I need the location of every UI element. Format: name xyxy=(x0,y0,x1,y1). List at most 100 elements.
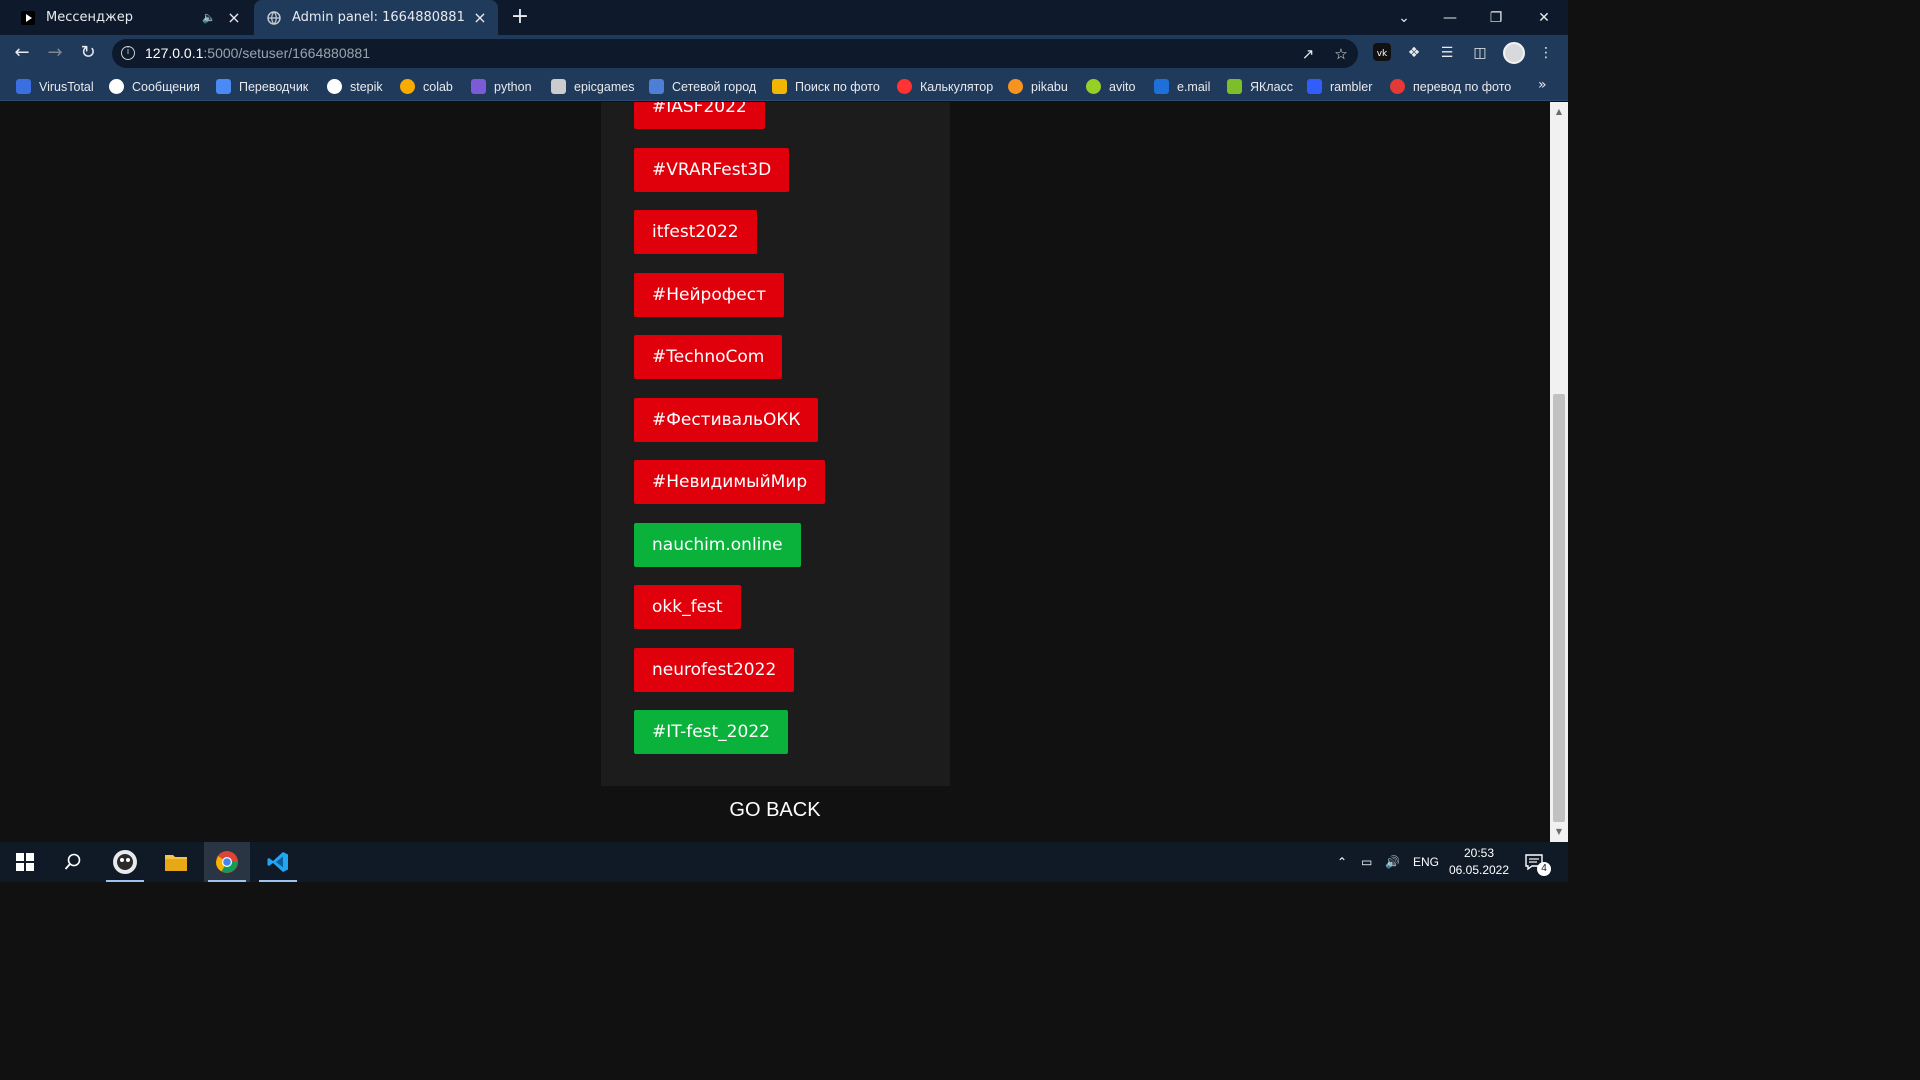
bookmark-messages[interactable]: Сообщения xyxy=(109,77,200,96)
tab-title: Мессенджер xyxy=(46,10,133,25)
avito-icon xyxy=(1086,79,1101,94)
tag-button[interactable]: #НевидимыйМир xyxy=(634,460,826,504)
bookmark-stepik[interactable]: stepik xyxy=(327,77,383,96)
taskbar-app-vscode[interactable] xyxy=(255,842,301,882)
speaker-icon[interactable]: 🔈 xyxy=(202,11,218,24)
python-icon xyxy=(471,79,486,94)
url-text: 127.0.0.1:5000/setuser/1664880881 xyxy=(145,45,370,61)
clock-date: 06.05.2022 xyxy=(1448,863,1510,877)
restore-button[interactable]: ❐ xyxy=(1473,0,1519,35)
tag-button[interactable]: nauchim.online xyxy=(634,523,801,567)
media-control-icon[interactable]: ☰ xyxy=(1437,43,1457,63)
bookmark-photo-translate[interactable]: перевод по фото xyxy=(1390,77,1511,96)
profile-avatar[interactable] xyxy=(1503,42,1525,64)
network-city-icon xyxy=(649,79,664,94)
yaklass-icon xyxy=(1227,79,1242,94)
star-icon[interactable]: ☆ xyxy=(1332,45,1350,63)
vk-extension-icon[interactable]: vk xyxy=(1372,43,1392,63)
windows-taskbar: ⌃ ▭ 🔊 ENG 20:53 06.05.2022 xyxy=(0,842,1568,882)
clock[interactable]: 20:53 06.05.2022 xyxy=(1444,845,1514,879)
new-tab-button[interactable]: + xyxy=(508,6,532,30)
menu-icon[interactable]: ⋮ xyxy=(1536,43,1556,63)
scroll-up-icon[interactable]: ▲ xyxy=(1550,104,1568,120)
reload-icon[interactable]: ↻ xyxy=(76,41,100,65)
minimize-button[interactable]: — xyxy=(1427,0,1473,35)
bookmarks-bar: VirusTotal Сообщения Переводчик stepik c… xyxy=(0,72,1568,101)
close-icon[interactable]: × xyxy=(226,9,242,26)
search-button[interactable] xyxy=(50,842,96,882)
tray-overflow-icon[interactable]: ⌃ xyxy=(1337,842,1347,882)
site-info-icon[interactable]: i xyxy=(121,46,135,60)
go-back-link[interactable]: GO BACK xyxy=(0,799,1550,822)
chat-icon xyxy=(109,79,124,94)
tag-button[interactable]: okk_fest xyxy=(634,585,741,629)
puzzle-icon[interactable]: ❖ xyxy=(1404,43,1424,63)
bookmark-rambler[interactable]: rambler xyxy=(1307,77,1372,96)
taskbar-app-messenger[interactable] xyxy=(102,842,148,882)
epicgames-icon xyxy=(551,79,566,94)
browser-toolbar: ← → ↻ i 127.0.0.1:5000/setuser/166488088… xyxy=(0,35,1568,72)
photo-search-icon xyxy=(772,79,787,94)
side-panel-icon[interactable]: ◫ xyxy=(1470,43,1490,63)
vscode-icon xyxy=(267,852,288,872)
penguin-app-icon xyxy=(113,850,137,874)
tag-button[interactable]: itfest2022 xyxy=(634,210,757,254)
photo-translate-icon xyxy=(1390,79,1405,94)
virustotal-icon xyxy=(16,79,31,94)
tag-button[interactable]: #ФестивальОКК xyxy=(634,398,819,442)
tag-button[interactable]: #IT-fest_2022 xyxy=(634,710,788,754)
taskbar-app-explorer[interactable] xyxy=(153,842,199,882)
page-content: #IASF2022 #VRARFest3D itfest2022 #Нейроф… xyxy=(0,102,1550,842)
tag-button[interactable]: #VRARFest3D xyxy=(634,148,790,192)
tab-messenger[interactable]: Мессенджер 🔈 × xyxy=(8,0,252,35)
tag-button[interactable]: #IASF2022 xyxy=(634,102,765,129)
bookmark-network-city[interactable]: Сетевой город xyxy=(649,77,756,96)
scrollbar-thumb[interactable] xyxy=(1553,394,1565,822)
stepik-icon xyxy=(327,79,342,94)
start-button[interactable] xyxy=(2,842,48,882)
close-icon[interactable]: × xyxy=(472,9,488,26)
globe-icon xyxy=(266,10,282,26)
scroll-down-icon[interactable]: ▼ xyxy=(1550,824,1568,840)
windows-logo-icon xyxy=(16,853,34,871)
bookmark-calculator[interactable]: Калькулятор xyxy=(897,77,993,96)
address-bar[interactable]: i 127.0.0.1:5000/setuser/1664880881 ↗ ☆ xyxy=(112,39,1358,68)
svg-text:vk: vk xyxy=(1377,49,1388,59)
language-indicator[interactable]: ENG xyxy=(1413,842,1439,882)
colab-icon xyxy=(400,79,415,94)
tag-button[interactable]: #TechnoCom xyxy=(634,335,783,379)
bookmark-colab[interactable]: colab xyxy=(400,77,453,96)
play-icon xyxy=(20,10,36,26)
tag-button[interactable]: neurofest2022 xyxy=(634,648,795,692)
bookmark-photo-search[interactable]: Поиск по фото xyxy=(772,77,880,96)
clock-time: 20:53 xyxy=(1463,846,1495,860)
tab-title: Admin panel: 1664880881 xyxy=(292,10,465,25)
bookmarks-overflow-icon[interactable]: » xyxy=(1538,77,1547,93)
battery-icon[interactable]: ▭ xyxy=(1361,842,1372,882)
back-icon[interactable]: ← xyxy=(10,41,34,65)
tab-strip: Мессенджер 🔈 × Admin panel: 1664880881 ×… xyxy=(0,0,1568,35)
tab-admin-panel[interactable]: Admin panel: 1664880881 × xyxy=(254,0,498,35)
translate-icon xyxy=(216,79,231,94)
bookmark-translator[interactable]: Переводчик xyxy=(216,77,308,96)
close-window-button[interactable]: ✕ xyxy=(1521,0,1567,35)
pikabu-icon xyxy=(1008,79,1023,94)
bookmark-yaklass[interactable]: ЯКласс xyxy=(1227,77,1293,96)
bookmark-email[interactable]: e.mail xyxy=(1154,77,1210,96)
search-icon xyxy=(64,853,81,870)
tab-search-icon[interactable]: ⌄ xyxy=(1381,0,1427,35)
forward-icon[interactable]: → xyxy=(43,41,67,65)
tag-button[interactable]: #Нейрофест xyxy=(634,273,784,317)
bookmark-avito[interactable]: avito xyxy=(1086,77,1135,96)
page-scrollbar[interactable]: ▲ ▼ xyxy=(1550,102,1568,842)
bookmark-epicgames[interactable]: epicgames xyxy=(551,77,634,96)
mail-icon xyxy=(1154,79,1169,94)
volume-icon[interactable]: 🔊 xyxy=(1385,842,1400,882)
rambler-icon xyxy=(1307,79,1322,94)
taskbar-app-chrome[interactable] xyxy=(204,842,250,882)
share-icon[interactable]: ↗ xyxy=(1299,45,1317,63)
bookmark-python[interactable]: python xyxy=(471,77,532,96)
bookmark-pikabu[interactable]: pikabu xyxy=(1008,77,1068,96)
bookmark-virustotal[interactable]: VirusTotal xyxy=(16,77,94,96)
notification-count-badge: 4 xyxy=(1537,862,1551,876)
